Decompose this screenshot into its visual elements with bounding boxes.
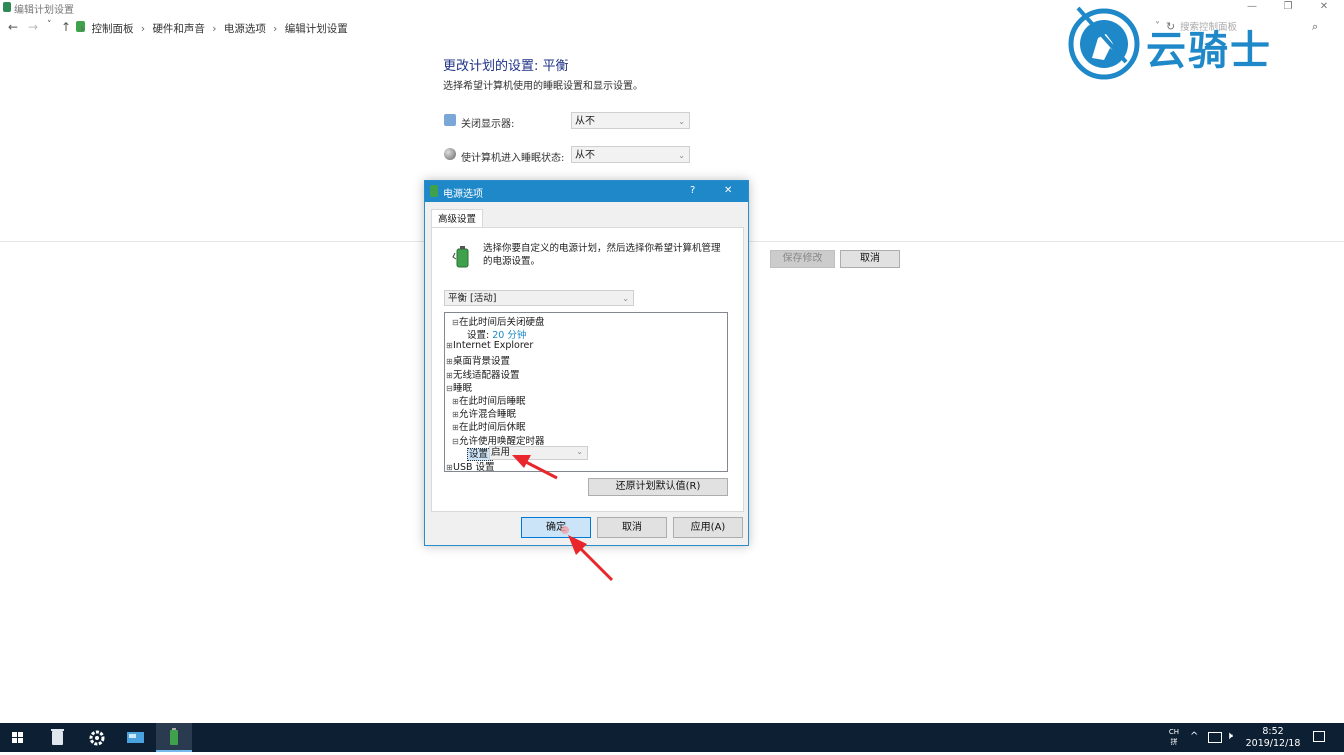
volume-icon[interactable]: 🕨	[1226, 729, 1233, 743]
system-clock[interactable]: 8:52 2019/12/18	[1240, 726, 1306, 750]
page-subtitle: 选择希望计算机使用的睡眠设置和显示设置。	[443, 81, 643, 92]
collapse-icon[interactable]: ⊟	[452, 437, 459, 446]
input-method-indicator[interactable]: CH 拼	[1168, 727, 1180, 747]
chevron-down-icon: ⌄	[678, 151, 685, 160]
dialog-cancel-button[interactable]: 取消	[597, 517, 667, 538]
tree-node-hybrid-sleep[interactable]: ⊞允许混合睡眠	[452, 406, 516, 420]
tree-node-harddisk-setting[interactable]: 设置: 20 分钟	[467, 327, 526, 341]
expand-icon[interactable]: ⊞	[446, 371, 453, 380]
watermark-text: 云骑士	[1146, 28, 1272, 74]
monitor-icon	[444, 114, 456, 126]
power-plan-value: 平衡 [活动]	[448, 293, 497, 304]
tree-node-label: 在此时间后休眠	[459, 422, 526, 433]
wake-timers-select[interactable]: 启用 ⌄	[489, 446, 588, 460]
dialog-close-button[interactable]: ✕	[724, 185, 732, 196]
apply-button[interactable]: 应用(A)	[673, 517, 743, 538]
sleep-value: 从不	[575, 150, 595, 161]
up-button[interactable]: ↑	[61, 20, 71, 34]
start-button[interactable]	[0, 723, 36, 752]
sleep-label: 使计算机进入睡眠状态:	[461, 153, 565, 164]
dialog-titlebar: 电源选项 ? ✕	[425, 181, 748, 202]
forward-button[interactable]: →	[28, 20, 38, 34]
collapse-icon[interactable]: ⊟	[446, 384, 453, 393]
tree-node-sleep-after[interactable]: ⊞在此时间后睡眠	[452, 393, 526, 407]
settings-tree[interactable]: ⊟在此时间后关闭硬盘 设置: 20 分钟 ⊞Internet Explorer …	[444, 312, 728, 472]
tab-advanced-settings[interactable]: 高级设置	[431, 209, 483, 229]
help-button[interactable]: ?	[690, 185, 695, 196]
moon-icon	[444, 148, 456, 160]
battery-plug-icon	[452, 243, 472, 269]
collapse-icon[interactable]: ⊟	[452, 318, 459, 327]
expand-icon[interactable]: ⊞	[446, 341, 453, 350]
turn-off-display-label: 关闭显示器:	[461, 119, 515, 130]
dialog-description: 选择你要自定义的电源计划，然后选择你希望计算机管理的电源设置。	[483, 243, 721, 267]
tree-node-label: Internet Explorer	[453, 340, 534, 351]
breadcrumb-separator: ›	[80, 23, 85, 35]
tree-node-harddisk[interactable]: ⊟在此时间后关闭硬盘	[452, 314, 545, 328]
input-mode-label: CH	[1168, 728, 1180, 736]
tree-node-wireless[interactable]: ⊞无线适配器设置	[446, 367, 520, 381]
window-title: 编辑计划设置	[14, 5, 74, 16]
taskbar: CH 拼 ^ 🕨 8:52 2019/12/18	[0, 723, 1344, 752]
breadcrumb-edit-plan[interactable]: 编辑计划设置	[285, 23, 348, 35]
battery-icon	[430, 185, 438, 197]
tree-node-wake-timers[interactable]: ⊟允许使用唤醒定时器	[452, 433, 545, 447]
breadcrumb-separator: ›	[212, 23, 217, 35]
expand-icon[interactable]: ⊞	[446, 357, 453, 366]
tree-node-usb[interactable]: ⊞USB 设置	[446, 459, 495, 472]
recycle-bin-icon[interactable]	[40, 723, 76, 752]
network-icon[interactable]	[1208, 732, 1222, 743]
chevron-down-icon: ⌄	[622, 294, 629, 303]
tree-node-desktop-bg[interactable]: ⊞桌面背景设置	[446, 353, 510, 367]
expand-icon[interactable]: ⊞	[446, 463, 453, 471]
breadcrumb-separator: ›	[273, 23, 278, 35]
page-title: 更改计划的设置: 平衡	[443, 59, 569, 74]
settings-gear-icon[interactable]	[79, 723, 115, 752]
input-sub-label: 拼	[1170, 738, 1178, 746]
cancel-button[interactable]: 取消	[840, 250, 900, 268]
breadcrumb-control-panel[interactable]: 控制面板	[92, 23, 134, 35]
tree-node-ie[interactable]: ⊞Internet Explorer	[446, 340, 533, 351]
dialog-title: 电源选项	[443, 189, 483, 200]
back-button[interactable]: ←	[8, 20, 18, 34]
chevron-down-icon: ⌄	[576, 447, 583, 456]
recent-locations-button[interactable]: ˅	[47, 20, 52, 30]
ok-button[interactable]: 确定	[521, 517, 591, 538]
tree-node-hibernate[interactable]: ⊞在此时间后休眠	[452, 419, 526, 433]
power-options-icon	[3, 2, 11, 12]
save-changes-button[interactable]: 保存修改	[770, 250, 835, 268]
chevron-up-icon[interactable]: ^	[1190, 731, 1198, 742]
sleep-select[interactable]: 从不 ⌄	[571, 146, 690, 163]
turn-off-display-select[interactable]: 从不 ⌄	[571, 112, 690, 129]
turn-off-display-value: 从不	[575, 116, 595, 127]
chevron-down-icon: ⌄	[678, 117, 685, 126]
clock-time: 8:52	[1262, 726, 1284, 737]
wake-timers-value: 启用	[491, 447, 511, 458]
power-options-taskbar-icon[interactable]	[156, 723, 192, 752]
breadcrumb-separator: ›	[140, 23, 146, 35]
notification-center-icon[interactable]	[1313, 731, 1325, 742]
tree-node-sleep[interactable]: ⊟睡眠	[446, 380, 472, 394]
watermark: 云骑士	[1062, 2, 1322, 84]
expand-icon[interactable]: ⊞	[452, 397, 459, 406]
breadcrumb-power-options[interactable]: 电源选项	[224, 23, 266, 35]
tree-node-label: USB 设置	[453, 462, 495, 472]
breadcrumb-hardware-sound[interactable]: 硬件和声音	[152, 23, 205, 35]
expand-icon[interactable]: ⊞	[452, 423, 459, 432]
power-options-dialog: 电源选项 ? ✕ 高级设置 选择你要自定义的电源计划，然后选择你希望计算机管理的…	[424, 180, 749, 546]
clock-date: 2019/12/18	[1245, 738, 1301, 749]
restore-defaults-button[interactable]: 还原计划默认值(R)	[588, 478, 728, 496]
power-plan-select[interactable]: 平衡 [活动] ⌄	[444, 290, 634, 306]
breadcrumb: › 控制面板 › 硬件和声音 › 电源选项 › 编辑计划设置	[80, 21, 352, 36]
control-panel-taskbar-icon[interactable]	[118, 723, 154, 752]
expand-icon[interactable]: ⊞	[452, 410, 459, 419]
knight-logo-icon	[1068, 6, 1140, 80]
tree-node-label: 桌面背景设置	[453, 356, 511, 367]
